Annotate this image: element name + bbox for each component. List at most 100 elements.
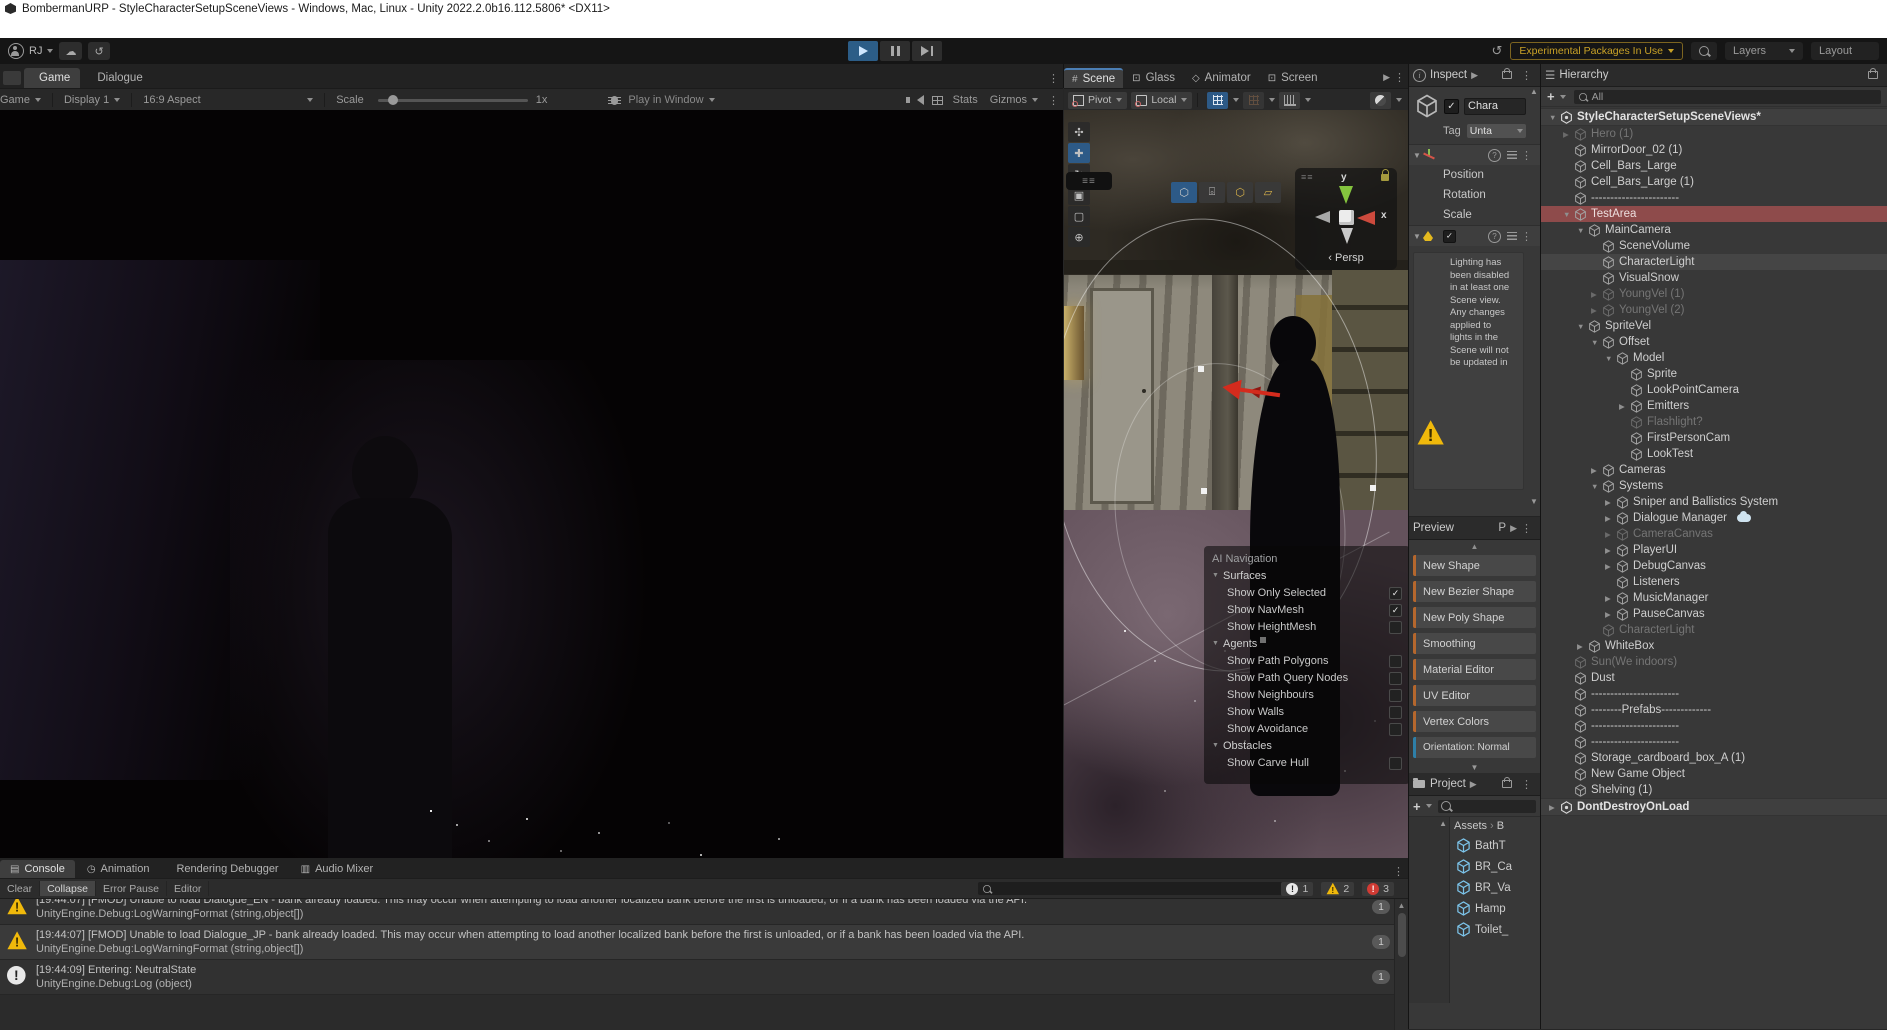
hierarchy-row[interactable]: ----------------------- (1541, 190, 1887, 206)
hierarchy-row[interactable]: ▼ StyleCharacterSetupSceneViews* (1541, 108, 1887, 126)
transform-property-row[interactable]: Scale (1409, 205, 1540, 225)
pause-button[interactable] (880, 41, 910, 61)
transform-property-row[interactable]: Position (1409, 165, 1540, 185)
probuilder-button[interactable]: New Poly Shape (1413, 607, 1536, 628)
hierarchy-row[interactable]: ▶ PauseCanvas (1541, 606, 1887, 622)
nav-overlay-row[interactable]: ▼ Surfaces (1212, 567, 1402, 584)
console-log-entry[interactable]: [19:44:09] Entering: NeutralState UnityE… (0, 960, 1408, 995)
step-button[interactable] (912, 41, 942, 61)
checkbox[interactable] (1389, 621, 1402, 634)
foldout-arrow-icon[interactable]: ▼ (1413, 151, 1423, 160)
chevron-down-icon[interactable] (1233, 98, 1239, 102)
mute-audio-icon[interactable] (917, 95, 924, 105)
tab-overflow-icon[interactable]: ▶ (1470, 779, 1477, 790)
hierarchy-row[interactable]: ▶ YoungVel (2) (1541, 302, 1887, 318)
hierarchy-row[interactable]: CharacterLight (1541, 254, 1887, 270)
foldout-arrow-icon[interactable]: ▼ (1413, 232, 1423, 241)
scale-slider-thumb[interactable] (388, 95, 398, 105)
checkbox[interactable] (1389, 604, 1402, 617)
overlay-title[interactable]: AI Navigation (1212, 551, 1402, 567)
probuilder-button[interactable]: New Shape (1413, 555, 1536, 576)
asset-row[interactable]: Hamp (1450, 898, 1540, 919)
nav-overlay-row[interactable]: ▼ Show HeightMesh (1212, 618, 1402, 635)
breadcrumb-root[interactable]: Assets (1454, 820, 1487, 832)
hierarchy-row[interactable]: ▶ MusicManager (1541, 590, 1887, 606)
tag-dropdown[interactable]: Unta (1467, 124, 1526, 138)
probuilder-button[interactable]: Orientation: Normal (1413, 737, 1536, 758)
project-search-input[interactable] (1438, 800, 1536, 813)
hierarchy-row[interactable]: LookPointCamera (1541, 382, 1887, 398)
checkbox[interactable] (1389, 689, 1402, 702)
console-toolbar-button[interactable]: Clear (0, 881, 40, 896)
create-object-button[interactable]: + (1547, 89, 1555, 104)
project-folder-column[interactable]: ▲ (1409, 817, 1450, 1003)
console-log-entry[interactable]: [19:44:07] [FMOD] Unable to load Dialogu… (0, 899, 1408, 925)
hierarchy-row[interactable]: ▶ WhiteBox (1541, 638, 1887, 654)
grid-snapping-toggle[interactable] (1243, 92, 1264, 109)
gizmos-dropdown[interactable]: Gizmos (984, 94, 1044, 106)
probuilder-button[interactable]: New Bezier Shape (1413, 581, 1536, 602)
expand-arrow-icon[interactable]: ▼ (1577, 322, 1588, 331)
console-toolbar-button[interactable]: Editor (167, 881, 209, 896)
create-asset-button[interactable]: + (1413, 799, 1421, 814)
play-button[interactable] (848, 41, 878, 61)
game-view[interactable] (0, 110, 1063, 858)
vsync-grid-icon[interactable] (932, 96, 943, 105)
hierarchy-row[interactable]: ▼ Model (1541, 350, 1887, 366)
game-panel-tab[interactable]: Game (24, 68, 80, 88)
lock-icon[interactable] (1502, 71, 1512, 79)
expand-arrow-icon[interactable]: ▶ (1549, 803, 1560, 812)
hierarchy-row[interactable]: Storage_cardboard_box_A (1) (1541, 750, 1887, 766)
shading-mode-dropdown[interactable] (1370, 92, 1391, 109)
presets-icon[interactable] (1507, 232, 1517, 240)
nav-overlay-row[interactable]: ▼ Agents (1212, 635, 1402, 652)
gizmo-handle-square[interactable] (1198, 366, 1204, 372)
scroll-up-icon[interactable]: ▲ (1395, 901, 1408, 910)
stats-button[interactable]: Stats (947, 94, 984, 106)
nav-overlay-row[interactable]: ▼ Show Path Query Nodes (1212, 669, 1402, 686)
perspective-toggle[interactable]: ‹ Persp (1295, 252, 1397, 264)
light-component-header[interactable]: ▼ ✓ ? ⋮ (1409, 225, 1540, 246)
asset-row[interactable]: BathT (1450, 835, 1540, 856)
increment-snap-button[interactable] (1279, 92, 1300, 109)
undo-history-icon[interactable]: ↺ (1492, 43, 1503, 59)
project-header[interactable]: Project ▶ ⋮ (1409, 773, 1540, 796)
layout-dropdown[interactable]: Layout (1811, 42, 1879, 60)
hierarchy-row[interactable]: ▶ Dialogue Manager (1541, 510, 1887, 526)
account-button[interactable]: RJ (8, 43, 53, 59)
asset-row[interactable]: BR_Ca (1450, 856, 1540, 877)
console-tab[interactable]: ▤Console (0, 860, 75, 878)
probuilder-button[interactable]: Vertex Colors (1413, 711, 1536, 732)
debug-bug-icon[interactable] (611, 96, 618, 105)
nav-overlay-row[interactable]: ▼ Show Walls (1212, 703, 1402, 720)
hierarchy-row[interactable]: Cell_Bars_Large (1) (1541, 174, 1887, 190)
hierarchy-row[interactable]: MirrorDoor_02 (1) (1541, 142, 1887, 158)
scene-panel-tab[interactable]: #Scene (1064, 68, 1123, 88)
hierarchy-row[interactable]: ▶ Cameras (1541, 462, 1887, 478)
checkbox[interactable] (1389, 587, 1402, 600)
console-tab[interactable]: Rendering Debugger (161, 860, 288, 878)
tab-overflow-icon[interactable]: ▶ (1383, 72, 1390, 83)
move-tool-button[interactable]: ✚ (1068, 143, 1090, 163)
scrollbar-thumb[interactable] (1398, 913, 1406, 957)
hierarchy-row[interactable]: ----------------------- (1541, 686, 1887, 702)
hierarchy-row[interactable]: Shelving (1) (1541, 782, 1887, 798)
asset-row[interactable]: BR_Va (1450, 877, 1540, 898)
scroll-down-icon[interactable]: ▼ (1528, 497, 1540, 506)
scene-orientation-gizmo[interactable]: ≡≡ y x ‹ Persp (1295, 168, 1397, 270)
display-mode-dropdown[interactable]: Game (0, 94, 47, 106)
lock-icon[interactable] (1381, 174, 1389, 181)
display-dropdown[interactable]: Display 1 (58, 94, 126, 106)
help-icon[interactable]: ? (1488, 230, 1501, 243)
expand-arrow-icon[interactable]: ▼ (1591, 482, 1602, 491)
checkbox[interactable] (1389, 706, 1402, 719)
kebab-menu-icon[interactable]: ⋮ (1044, 94, 1063, 107)
breadcrumb[interactable]: Assets › B (1450, 817, 1540, 835)
expand-arrow-icon[interactable]: ▶ (1605, 498, 1616, 507)
hierarchy-row[interactable]: ▼ Systems (1541, 478, 1887, 494)
nav-overlay-row[interactable]: ▼ Show Path Polygons (1212, 652, 1402, 669)
hierarchy-row[interactable]: ▶ YoungVel (1) (1541, 286, 1887, 302)
hierarchy-header[interactable]: ☰ Hierarchy (1541, 64, 1887, 87)
console-tab[interactable]: ◷Animation (77, 860, 160, 878)
hierarchy-row[interactable]: LookTest (1541, 446, 1887, 462)
